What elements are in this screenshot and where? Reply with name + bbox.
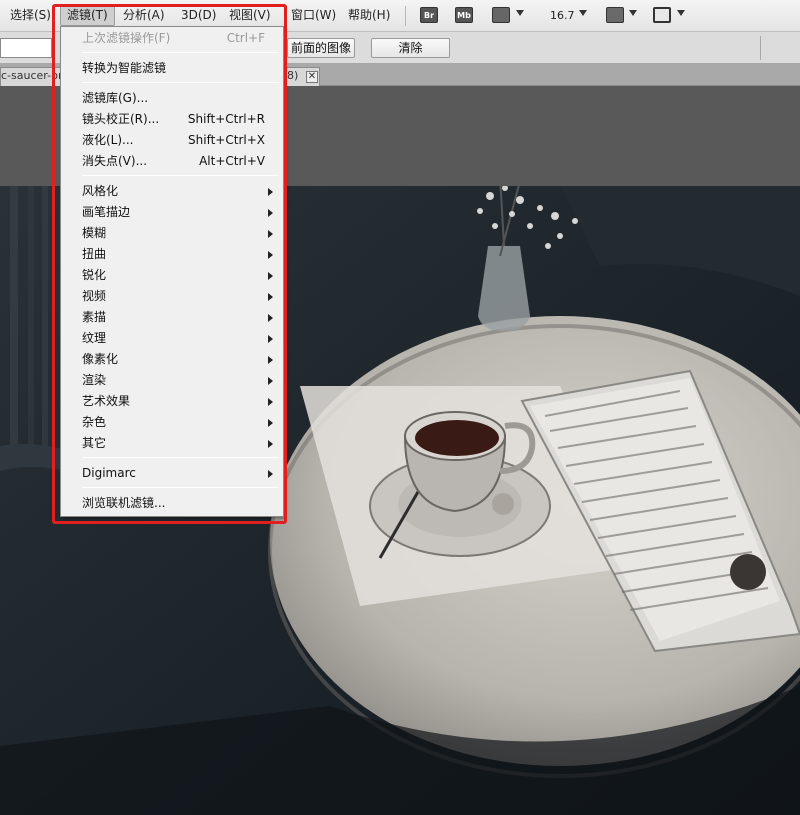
menu-3d[interactable]: 3D(D) <box>175 5 222 26</box>
submenu-arrow-icon <box>268 377 273 385</box>
submenu-arrow-icon <box>268 314 273 322</box>
menu-select[interactable]: 选择(S) <box>4 5 57 26</box>
bridge-icon[interactable]: Br <box>420 7 438 23</box>
menu-item-distort[interactable]: 扭曲 <box>61 244 283 265</box>
menu-item-label: 素描 <box>82 310 107 324</box>
extras-icon[interactable] <box>492 7 510 23</box>
menu-item-lens-correction[interactable]: 镜头校正(R)... Shift+Ctrl+R <box>61 109 283 130</box>
submenu-arrow-icon <box>268 293 273 301</box>
menu-window[interactable]: 窗口(W) <box>285 5 342 26</box>
submenu-arrow-icon <box>268 398 273 406</box>
submenu-arrow-icon <box>268 356 273 364</box>
menu-help[interactable]: 帮助(H) <box>342 5 396 26</box>
screen-mode-icon[interactable] <box>653 7 671 23</box>
menu-item-label: 镜头校正(R)... <box>82 112 160 126</box>
front-image-button[interactable]: 前面的图像 <box>287 38 355 58</box>
menu-filter[interactable]: 滤镜(T) <box>60 5 115 26</box>
menu-item-shortcut: Alt+Ctrl+V <box>199 154 265 168</box>
menu-item-render[interactable]: 渲染 <box>61 370 283 391</box>
menu-item-last-filter[interactable]: 上次滤镜操作(F) Ctrl+F <box>61 28 283 49</box>
menu-item-label: 杂色 <box>82 415 107 429</box>
menu-item-label: 艺术效果 <box>82 394 131 408</box>
menu-item-label: 其它 <box>82 436 107 450</box>
menu-item-shortcut: Shift+Ctrl+X <box>188 133 265 147</box>
submenu-arrow-icon <box>268 440 273 448</box>
menu-item-other[interactable]: 其它 <box>61 433 283 454</box>
menu-item-stylize[interactable]: 风格化 <box>61 181 283 202</box>
mini-bridge-icon[interactable]: Mb <box>455 7 473 23</box>
submenu-arrow-icon <box>268 251 273 259</box>
filter-dropdown-menu: 上次滤镜操作(F) Ctrl+F 转换为智能滤镜 滤镜库(G)... 镜头校正(… <box>60 26 284 517</box>
submenu-arrow-icon <box>268 209 273 217</box>
menu-item-filter-gallery[interactable]: 滤镜库(G)... <box>61 88 283 109</box>
menu-item-label: 滤镜库(G)... <box>82 91 149 105</box>
menu-item-convert-smart-filter[interactable]: 转换为智能滤镜 <box>61 58 283 79</box>
chevron-down-icon[interactable] <box>677 10 685 16</box>
menu-item-label: 画笔描边 <box>82 205 131 219</box>
chevron-down-icon[interactable] <box>516 10 524 16</box>
close-icon[interactable]: ✕ <box>306 71 318 83</box>
submenu-arrow-icon <box>268 272 273 280</box>
menu-item-noise[interactable]: 杂色 <box>61 412 283 433</box>
chevron-down-icon[interactable] <box>629 10 637 16</box>
menu-item-texture[interactable]: 纹理 <box>61 328 283 349</box>
menu-separator <box>82 175 279 176</box>
menu-separator <box>82 52 279 53</box>
menu-item-digimarc[interactable]: Digimarc <box>61 463 283 484</box>
menu-separator <box>82 487 279 488</box>
options-divider <box>760 36 761 60</box>
menu-item-label: 上次滤镜操作(F) <box>82 31 171 45</box>
document-tab-suffix: 8) <box>287 69 299 82</box>
menu-item-label: 锐化 <box>82 268 107 282</box>
menu-item-pixelate[interactable]: 像素化 <box>61 349 283 370</box>
menu-item-brush-strokes[interactable]: 画笔描边 <box>61 202 283 223</box>
menu-item-label: 模糊 <box>82 226 107 240</box>
menu-view[interactable]: 视图(V) <box>223 5 277 26</box>
menu-item-label: 视频 <box>82 289 107 303</box>
menu-separator <box>82 457 279 458</box>
menu-item-label: 风格化 <box>82 184 119 198</box>
menu-item-sketch[interactable]: 素描 <box>61 307 283 328</box>
clear-button[interactable]: 清除 <box>371 38 450 58</box>
menu-item-video[interactable]: 视频 <box>61 286 283 307</box>
menu-item-label: 渲染 <box>82 373 107 387</box>
document-tab-label: c-saucer-on <box>1 69 65 82</box>
menu-item-artistic[interactable]: 艺术效果 <box>61 391 283 412</box>
menu-separator <box>82 82 279 83</box>
menu-analysis[interactable]: 分析(A) <box>117 5 171 26</box>
options-input[interactable] <box>0 38 52 58</box>
menu-item-shortcut: Ctrl+F <box>226 31 265 45</box>
menu-item-label: 液化(L)... <box>82 133 134 147</box>
menu-item-liquify[interactable]: 液化(L)... Shift+Ctrl+X <box>61 130 283 151</box>
menu-item-label: 像素化 <box>82 352 119 366</box>
submenu-arrow-icon <box>268 230 273 238</box>
submenu-arrow-icon <box>268 419 273 427</box>
menu-item-label: 扭曲 <box>82 247 107 261</box>
chevron-down-icon[interactable] <box>579 10 587 16</box>
submenu-arrow-icon <box>268 188 273 196</box>
menu-item-label: Digimarc <box>82 466 136 480</box>
menu-item-browse-online-filters[interactable]: 浏览联机滤镜... <box>61 493 283 514</box>
submenu-arrow-icon <box>268 470 273 478</box>
arrange-icon[interactable] <box>606 7 624 23</box>
menu-item-label: 纹理 <box>82 331 107 345</box>
menu-item-label: 消失点(V)... <box>82 154 148 168</box>
toolbar-divider <box>405 6 406 26</box>
menu-item-label: 浏览联机滤镜... <box>82 496 166 510</box>
menu-item-vanishing-point[interactable]: 消失点(V)... Alt+Ctrl+V <box>61 151 283 172</box>
menu-item-blur[interactable]: 模糊 <box>61 223 283 244</box>
zoom-level[interactable]: 16.7 <box>550 5 575 26</box>
menu-item-shortcut: Shift+Ctrl+R <box>187 112 265 126</box>
menu-item-sharpen[interactable]: 锐化 <box>61 265 283 286</box>
menu-item-label: 转换为智能滤镜 <box>82 61 167 75</box>
submenu-arrow-icon <box>268 335 273 343</box>
